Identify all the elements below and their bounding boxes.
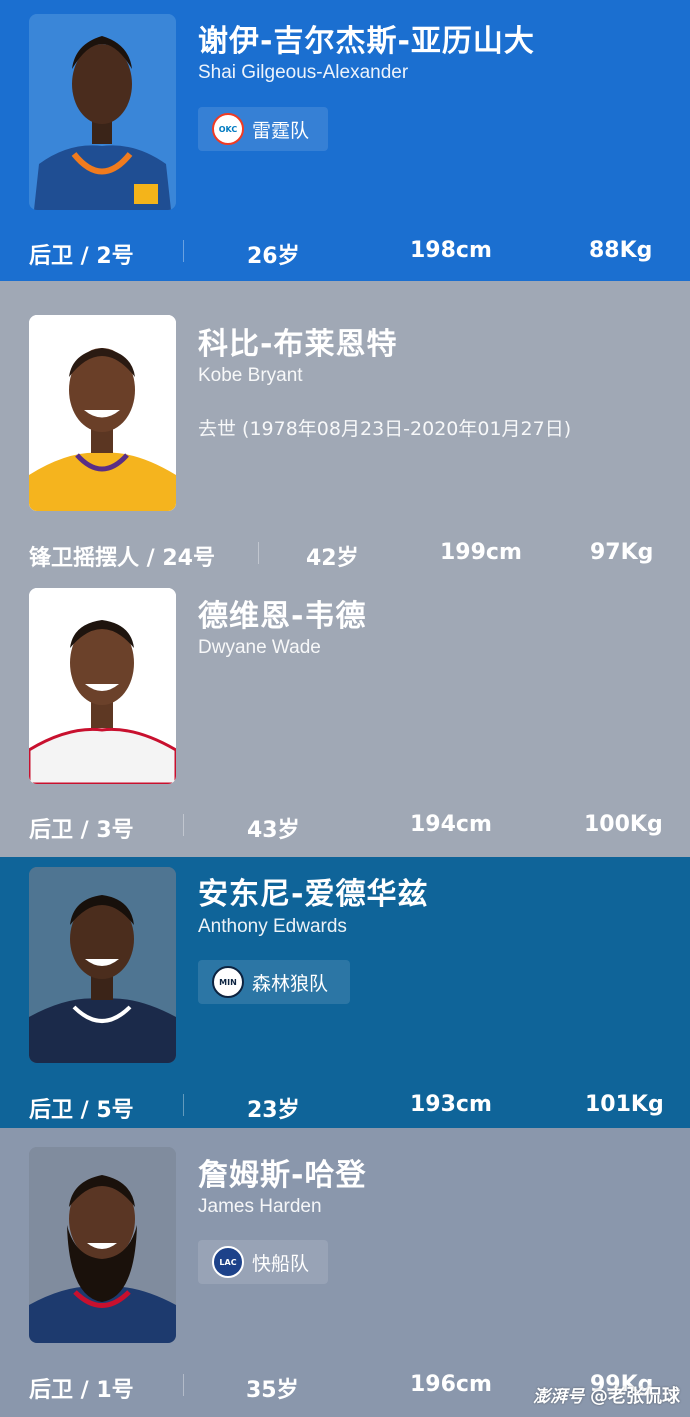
player-card-harden[interactable]: 詹姆斯-哈登 James Harden LAC 快船队 后卫 / 1号 35岁 … (0, 1128, 690, 1417)
player-name-en: Dwyane Wade (198, 637, 321, 658)
weight: 88Kg (589, 238, 653, 263)
player-card-edwards[interactable]: 安东尼-爱德华兹 Anthony Edwards MIN 森林狼队 后卫 / 5… (0, 857, 690, 1128)
death-note: 去世 (1978年08月23日-2020年01月27日) (198, 418, 572, 440)
team-name: 森林狼队 (252, 972, 329, 995)
team-badge[interactable]: LAC 快船队 (198, 1240, 328, 1284)
player-name-en: Kobe Bryant (198, 365, 303, 386)
player-name-cn: 科比-布莱恩特 (198, 327, 398, 362)
player-avatar (29, 14, 176, 210)
position-number: 后卫 / 5号 (29, 1098, 134, 1123)
player-avatar (29, 588, 176, 784)
height: 194cm (410, 812, 492, 837)
weight: 101Kg (585, 1092, 664, 1117)
player-card-kobe[interactable]: 科比-布莱恩特 Kobe Bryant 去世 (1978年08月23日-2020… (0, 281, 690, 577)
player-avatar (29, 867, 176, 1063)
position-number: 后卫 / 1号 (29, 1378, 134, 1403)
team-badge[interactable]: MIN 森林狼队 (198, 960, 350, 1004)
watermark-brand: 澎湃号 (533, 1387, 584, 1407)
player-name-en: Shai Gilgeous-Alexander (198, 62, 409, 83)
position-number: 后卫 / 3号 (29, 818, 134, 843)
divider (183, 1094, 184, 1116)
divider (183, 240, 184, 262)
player-stats-row: 后卫 / 5号 23岁 193cm 101Kg (0, 1086, 690, 1126)
age: 26岁 (247, 244, 300, 269)
player-name-en: James Harden (198, 1196, 322, 1217)
weight: 97Kg (590, 540, 654, 565)
lac-logo-icon: LAC (212, 1246, 244, 1278)
divider (183, 814, 184, 836)
team-name: 快船队 (252, 1252, 310, 1275)
player-name-en: Anthony Edwards (198, 916, 347, 937)
player-stats-row: 后卫 / 3号 43岁 194cm 100Kg (0, 806, 690, 846)
height: 198cm (410, 238, 492, 263)
watermark-handle: @老张侃球 (590, 1386, 680, 1407)
team-badge[interactable]: OKC 雷霆队 (198, 107, 328, 151)
player-stats-row: 锋卫摇摆人 / 24号 42岁 199cm 97Kg (0, 534, 690, 574)
age: 35岁 (246, 1378, 299, 1403)
player-avatar (29, 1147, 176, 1343)
player-name-cn: 安东尼-爱德华兹 (198, 877, 429, 912)
divider (183, 1374, 184, 1396)
height: 193cm (410, 1092, 492, 1117)
player-name-cn: 詹姆斯-哈登 (198, 1158, 367, 1193)
min-logo-icon: MIN (212, 966, 244, 998)
position-number: 锋卫摇摆人 / 24号 (29, 546, 215, 571)
watermark: 澎湃号 @老张侃球 (533, 1382, 680, 1408)
player-name-cn: 德维恩-韦德 (198, 599, 367, 634)
age: 23岁 (247, 1098, 300, 1123)
player-stats-row: 后卫 / 2号 26岁 198cm 88Kg (0, 232, 690, 272)
age: 43岁 (247, 818, 300, 843)
okc-logo-icon: OKC (212, 113, 244, 145)
age: 42岁 (306, 546, 359, 571)
position-number: 后卫 / 2号 (29, 244, 134, 269)
player-avatar (29, 315, 176, 511)
player-name-cn: 谢伊-吉尔杰斯-亚历山大 (198, 24, 535, 59)
divider (258, 542, 259, 564)
team-name: 雷霆队 (252, 119, 310, 142)
player-card-wade[interactable]: 德维恩-韦德 Dwyane Wade 后卫 / 3号 43岁 194cm 100… (0, 577, 690, 857)
height: 199cm (440, 540, 522, 565)
player-card-sga[interactable]: 谢伊-吉尔杰斯-亚历山大 Shai Gilgeous-Alexander OKC… (0, 0, 690, 281)
weight: 100Kg (584, 812, 663, 837)
height: 196cm (410, 1372, 492, 1397)
